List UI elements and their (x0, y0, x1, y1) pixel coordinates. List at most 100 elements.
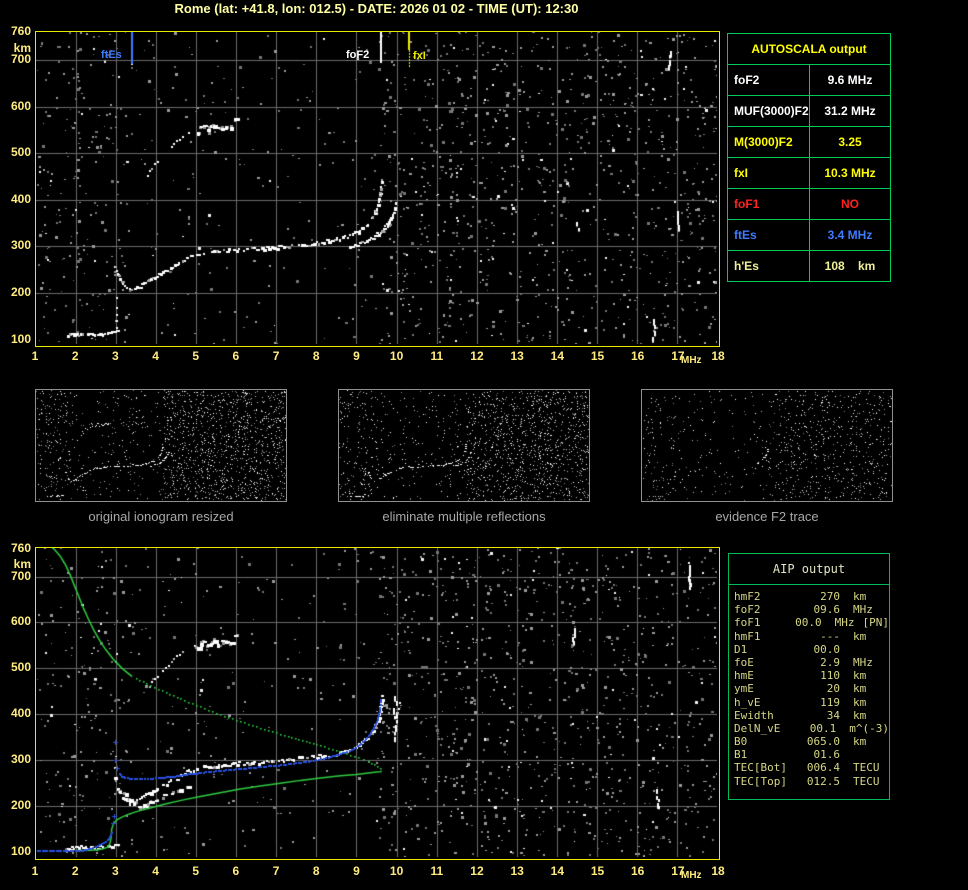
y-tick-label: 400 (2, 192, 31, 206)
autoscala-row: ftEs3.4 MHz (728, 220, 890, 251)
aip-row: DelN_vE00.1m^(-3) (734, 722, 889, 735)
y-tick-label: 500 (2, 660, 31, 674)
aip-param-label: hmE (734, 669, 800, 682)
y-tick-label: 600 (2, 99, 31, 113)
aip-param-value: 270 (800, 590, 840, 603)
aip-param-unit (840, 643, 853, 656)
thumbnail-eliminate-reflections (338, 389, 590, 502)
autoscala-row: h'Es108 km (728, 251, 890, 281)
aip-param-unit: m^(-3) (836, 722, 889, 735)
aip-param-value: 00.0 (789, 616, 822, 629)
ionogram-profile-plot (35, 547, 720, 860)
aip-param-label: B1 (734, 748, 800, 761)
aip-row: foF100.0MHz[PN] (734, 616, 889, 629)
x-tick-label: 16 (627, 864, 649, 878)
autoscala-param-value: 3.4 MHz (810, 220, 890, 250)
aip-param-label: foE (734, 656, 800, 669)
x-tick-label: 7 (265, 864, 287, 878)
page-title: Rome (lat: +41.8, lon: 012.5) - DATE: 20… (35, 1, 718, 16)
autoscala-param-value: 9.6 MHz (810, 65, 890, 95)
aip-param-label: hmF2 (734, 590, 800, 603)
aip-param-label: foF1 (734, 616, 789, 629)
x-tick-label: 11 (426, 349, 448, 363)
x-tick-label: 13 (506, 349, 528, 363)
x-tick-label: 2 (64, 349, 86, 363)
autoscala-param-label: ftEs (728, 220, 810, 250)
autoscala-param-label: h'Es (728, 251, 810, 281)
aip-param-unit: km (840, 630, 866, 643)
x-tick-label: 15 (587, 864, 609, 878)
autoscala-param-label: MUF(3000)F2 (728, 96, 810, 126)
aip-param-value: 01.6 (800, 748, 840, 761)
autoscala-param-value: NO (810, 189, 890, 219)
fxi-marker-label: fxI (413, 50, 426, 62)
y-tick-label: 300 (2, 238, 31, 252)
x-tick-label: 15 (587, 349, 609, 363)
y-tick-label: 200 (2, 285, 31, 299)
aip-param-value: 065.0 (800, 735, 840, 748)
thumbnail-original-ionogram (35, 389, 287, 502)
x-tick-label: 10 (386, 349, 408, 363)
aip-param-label: DelN_vE (734, 722, 798, 735)
autoscala-table-rows: foF29.6 MHzMUF(3000)F231.2 MHzM(3000)F23… (728, 65, 890, 281)
x-tick-label: 7 (265, 349, 287, 363)
ionogram-plot-scaled: ftEs foF2 fxI (35, 31, 720, 347)
aip-param-label: B0 (734, 735, 800, 748)
aip-param-label: TEC[Top] (734, 775, 800, 788)
y-tick-label: 200 (2, 798, 31, 812)
aip-table-title: AIP output (729, 554, 889, 585)
aip-row: B101.6 (734, 748, 889, 761)
autoscala-app-window: Rome (lat: +41.8, lon: 012.5) - DATE: 20… (0, 0, 968, 890)
autoscala-row: MUF(3000)F231.2 MHz (728, 96, 890, 127)
x-tick-label: 1 (24, 349, 46, 363)
x-tick-label: 12 (466, 864, 488, 878)
x-tick-label: 18 (707, 349, 729, 363)
x-tick-label: 17 (667, 864, 689, 878)
y-tick-label: 700 (2, 569, 31, 583)
x-tick-label: 8 (305, 349, 327, 363)
x-tick-label: 4 (145, 349, 167, 363)
aip-row: ymE20km (734, 682, 889, 695)
ftes-marker-label: ftEs (101, 49, 122, 61)
autoscala-row: foF1NO (728, 189, 890, 220)
aip-table: AIP output hmF2270kmfoF209.6MHzfoF100.0M… (728, 553, 890, 800)
aip-row: foF209.6MHz (734, 603, 889, 616)
aip-param-unit: km (840, 590, 866, 603)
thumbnail-evidence-f2 (641, 389, 893, 502)
aip-param-value: 110 (800, 669, 840, 682)
x-tick-label: 9 (345, 349, 367, 363)
aip-param-label: D1 (734, 643, 800, 656)
x-tick-label: 12 (466, 349, 488, 363)
aip-row: h_vE119km (734, 696, 889, 709)
aip-param-note: [PN] (855, 616, 890, 629)
x-tick-label: 16 (627, 349, 649, 363)
aip-param-value: 20 (800, 682, 840, 695)
x-tick-label: 13 (506, 864, 528, 878)
x-tick-label: 1 (24, 864, 46, 878)
autoscala-table-title: AUTOSCALA output (728, 34, 890, 65)
aip-param-value: --- (800, 630, 840, 643)
thumbnail-canvas-evidence (642, 390, 892, 501)
aip-param-unit: km (840, 709, 866, 722)
aip-param-unit: km (840, 682, 866, 695)
aip-row: hmE110km (734, 669, 889, 682)
aip-param-unit: km (840, 696, 866, 709)
x-tick-label: 11 (426, 864, 448, 878)
fof2-marker-label: foF2 (346, 49, 369, 61)
aip-param-unit: TECU (840, 775, 880, 788)
aip-param-unit: MHz (822, 616, 855, 629)
thumbnail-caption-original: original ionogram resized (35, 509, 287, 524)
aip-param-label: foF2 (734, 603, 800, 616)
x-tick-label: 5 (185, 349, 207, 363)
autoscala-row: M(3000)F23.25 (728, 127, 890, 158)
x-tick-label: 6 (225, 349, 247, 363)
aip-param-value: 2.9 (800, 656, 840, 669)
x-tick-label: 9 (345, 864, 367, 878)
y-tick-label: 100 (2, 844, 31, 858)
x-tick-label: 4 (145, 864, 167, 878)
y-tick-label: 760 (2, 541, 31, 555)
x-tick-label: 5 (185, 864, 207, 878)
autoscala-param-label: foF2 (728, 65, 810, 95)
aip-param-value: 09.6 (800, 603, 840, 616)
aip-param-value: 00.1 (798, 722, 837, 735)
